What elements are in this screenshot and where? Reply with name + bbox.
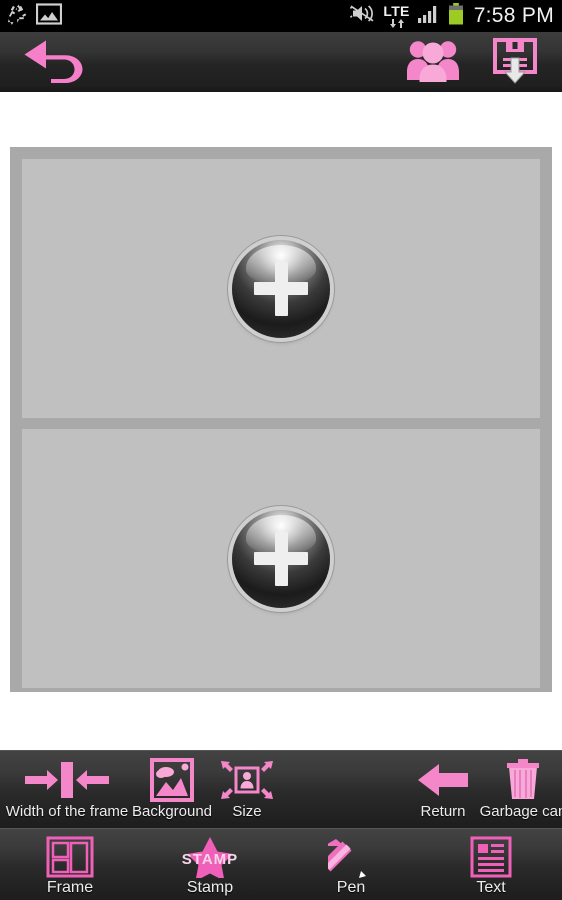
tool-background[interactable]: Background [128,751,216,828]
tool-return[interactable]: Return [404,751,482,828]
editor-workspace [0,92,562,750]
tool-label: Return [420,803,466,820]
size-fit-icon [219,757,275,803]
save-button[interactable] [490,36,540,89]
tool-pen[interactable]: Pen [305,829,397,900]
tool-frame[interactable]: Frame [24,829,116,900]
vibrate-mute-icon [349,3,376,29]
plus-icon [274,261,288,316]
tool-label: Width of the frame [5,803,129,820]
add-photo-button-2[interactable] [232,509,330,608]
battery-icon [448,2,464,30]
tool-label: Frame [46,879,94,896]
gallery-image-icon [35,2,63,30]
tool-garbage-can[interactable]: Garbage can [480,751,562,828]
pen-icon [328,835,374,879]
status-bar-left-icons [6,2,63,30]
people-button[interactable] [406,37,460,88]
background-image-icon [149,757,195,803]
signal-bars-icon [417,4,441,29]
tool-label: Background [131,803,213,820]
tool-stamp[interactable]: STAMP Stamp [164,829,256,900]
undo-button[interactable] [22,37,102,88]
trash-icon [503,757,543,803]
frame-grid-icon [45,835,95,879]
tool-label: Size [232,803,262,820]
primary-toolbar: Width of the frame Background Size Retur… [0,750,562,828]
collage-frame [10,147,552,692]
status-bar: LTE 7:58 PM [0,0,562,32]
collage-cell-2[interactable] [22,429,540,688]
stamp-star-icon: STAMP [167,835,253,879]
collage-cell-1[interactable] [22,159,540,418]
plus-icon [274,531,288,586]
tool-size[interactable]: Size [212,751,282,828]
frame-width-icon [21,757,113,803]
status-bar-clock: 7:58 PM [473,4,554,27]
lte-data-icon: LTE [383,4,409,28]
status-bar-right-icons: LTE 7:58 PM [349,2,554,30]
svg-text:STAMP: STAMP [182,851,238,868]
recycle-icon [6,3,28,30]
tool-label: Garbage can [479,803,562,820]
lte-label: LTE [383,3,410,19]
tool-text[interactable]: Text [445,829,537,900]
app-root: LTE 7:58 PM Width of the frame Backgroun… [0,0,562,900]
header-toolbar [0,32,562,92]
left-arrow-icon [415,757,471,803]
tool-label: Pen [336,879,366,896]
text-document-icon [469,835,513,879]
secondary-toolbar: Frame STAMP Stamp Pen Text [0,828,562,900]
header-actions [406,36,562,89]
add-photo-button-1[interactable] [232,239,330,338]
tool-label: Text [476,879,506,896]
tool-label: Stamp [186,879,234,896]
tool-width-of-the-frame[interactable]: Width of the frame [6,751,128,828]
